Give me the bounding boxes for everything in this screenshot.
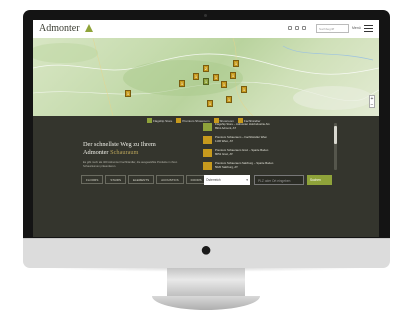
tab-floors[interactable]: FLOORS: [81, 175, 104, 184]
map-marker[interactable]: 1: [233, 60, 239, 67]
site-logo[interactable]: Admonter: [39, 23, 80, 34]
apple-logo-icon: ●: [199, 239, 213, 261]
list-item[interactable]: Flagship Store – Admonter Holzindustrie …: [203, 123, 332, 134]
tab-elements[interactable]: ELEMENTS: [127, 175, 155, 184]
map-marker[interactable]: 1: [241, 86, 247, 93]
map-marker[interactable]: 1: [226, 96, 232, 103]
showroom-icon: [203, 149, 212, 157]
search-button[interactable]: Suchen: [307, 175, 332, 185]
hamburger-menu-icon[interactable]: [364, 25, 373, 32]
header-icons: [288, 26, 306, 30]
country-select[interactable]: Österreich ▾: [204, 175, 250, 185]
showroom-icon: [203, 162, 212, 170]
search-input[interactable]: Suchbegriff: [316, 24, 349, 33]
dealer-map[interactable]: 1 1 1 2 1 1 1 1 1 1 1 1 + −: [33, 38, 379, 116]
location-input[interactable]: PLZ oder Ort eingeben: [254, 175, 304, 185]
map-marker[interactable]: 2: [203, 65, 209, 72]
globe-icon[interactable]: [295, 26, 299, 30]
camera-icon: [204, 14, 207, 17]
map-terrain: [33, 38, 379, 116]
map-marker[interactable]: 1: [125, 90, 131, 97]
menu-label[interactable]: Menü: [352, 26, 361, 30]
category-tabs: FLOORS STAIRS ELEMENTS ACOUSTICS DOORS I…: [81, 175, 222, 184]
tab-stairs[interactable]: STAIRS: [105, 175, 126, 184]
monitor-foot: [152, 296, 260, 310]
monitor-stand: [167, 268, 245, 297]
premium-showroom-icon: [176, 118, 182, 123]
intro-text: Es gibt mehr als 400 Admonter Fachhändle…: [83, 161, 178, 168]
logo-mark-icon: [85, 24, 93, 32]
map-marker[interactable]: 1: [230, 72, 236, 79]
dealer-results-list: Flagship Store – Admonter Holzindustrie …: [203, 123, 332, 175]
cart-icon[interactable]: [302, 26, 306, 30]
map-marker[interactable]: 1: [207, 100, 213, 107]
map-marker[interactable]: 1: [179, 80, 185, 87]
list-item[interactable]: Premium Schauraum – Fachhändler Wien 1100…: [203, 135, 332, 147]
scroll-thumb[interactable]: [334, 126, 337, 144]
map-marker-flagship[interactable]: 1: [203, 78, 209, 85]
showroom-icon: [203, 136, 212, 144]
map-zoom-control[interactable]: + −: [369, 95, 375, 108]
page-title: Der schnellste Weg zu Ihrem Admonter Sch…: [83, 141, 156, 156]
tab-acoustics[interactable]: ACOUSTICS: [156, 175, 184, 184]
screen: Admonter Suchbegriff Menü 1 1 1 2 1 1 1 …: [33, 20, 379, 237]
results-scrollbar[interactable]: [334, 123, 337, 170]
list-item[interactable]: Premium Schauraum Graz – Sparte Boden 805…: [203, 148, 332, 160]
flagship-icon: [147, 118, 152, 123]
chevron-down-icon: ▾: [246, 178, 248, 182]
flagship-icon: [203, 123, 212, 131]
map-marker[interactable]: 1: [221, 81, 227, 88]
user-icon[interactable]: [288, 26, 292, 30]
map-marker[interactable]: 1: [193, 73, 199, 80]
site-header: Admonter Suchbegriff Menü: [33, 20, 379, 38]
map-marker[interactable]: 1: [213, 74, 219, 81]
legend-item[interactable]: Flagship Store: [147, 118, 172, 123]
list-item[interactable]: Premium Schauraum Salzburg – Sparte Bode…: [203, 161, 332, 173]
